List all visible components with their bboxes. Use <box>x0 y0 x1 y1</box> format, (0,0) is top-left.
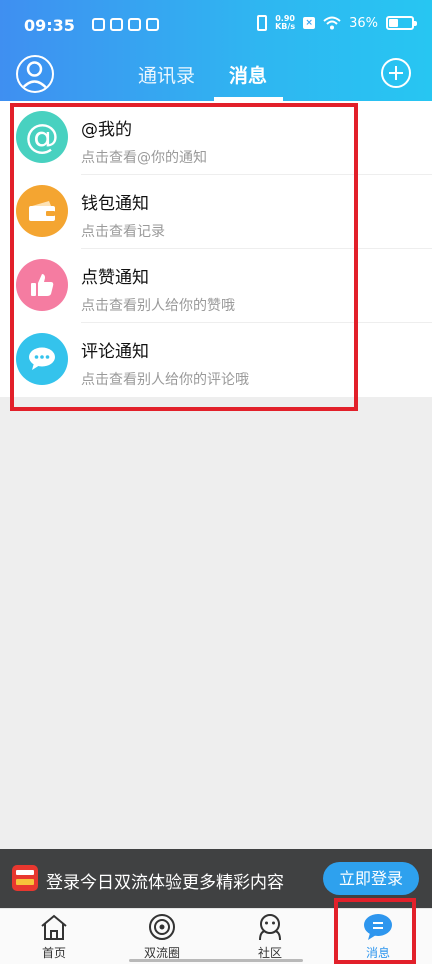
tab-circle[interactable]: 双流圈 <box>108 909 216 964</box>
app-notification-icon <box>110 18 123 31</box>
calendar-icon <box>92 18 105 31</box>
app-header: 09:35 0.90 KB/s × 36% 通讯录 消息 <box>0 0 432 101</box>
cat-icon <box>128 18 141 31</box>
community-icon <box>259 914 281 941</box>
login-button[interactable]: 立即登录 <box>323 862 419 895</box>
circle-icon <box>149 914 175 940</box>
tab-community[interactable]: 社区 <box>216 909 324 964</box>
tab-contacts[interactable]: 通讯录 <box>138 61 195 88</box>
highlight-box-tab <box>334 898 416 964</box>
network-speed: 0.90 KB/s <box>275 14 296 31</box>
tab-messages[interactable]: 消息 <box>229 61 267 88</box>
wifi-icon <box>323 16 341 30</box>
app-logo <box>12 865 38 891</box>
avatar-button[interactable] <box>16 55 54 93</box>
status-time: 09:35 <box>24 16 75 35</box>
mail-icon <box>146 18 159 31</box>
battery-percent: 36% <box>349 15 378 31</box>
tab-home[interactable]: 首页 <box>0 909 108 964</box>
login-banner-text: 登录今日双流体验更多精彩内容 <box>46 873 284 893</box>
highlight-box-list <box>10 103 358 411</box>
notification-icons <box>92 18 159 31</box>
status-right: 0.90 KB/s × 36% <box>257 14 417 31</box>
sim-off-icon: × <box>303 17 316 29</box>
vibrate-icon <box>257 15 268 31</box>
status-bar: 09:35 0.90 KB/s × 36% <box>0 0 432 50</box>
add-button[interactable] <box>381 58 411 88</box>
home-indicator[interactable] <box>129 959 303 962</box>
user-icon <box>20 61 49 91</box>
home-icon <box>41 914 67 940</box>
battery-icon <box>386 16 417 30</box>
